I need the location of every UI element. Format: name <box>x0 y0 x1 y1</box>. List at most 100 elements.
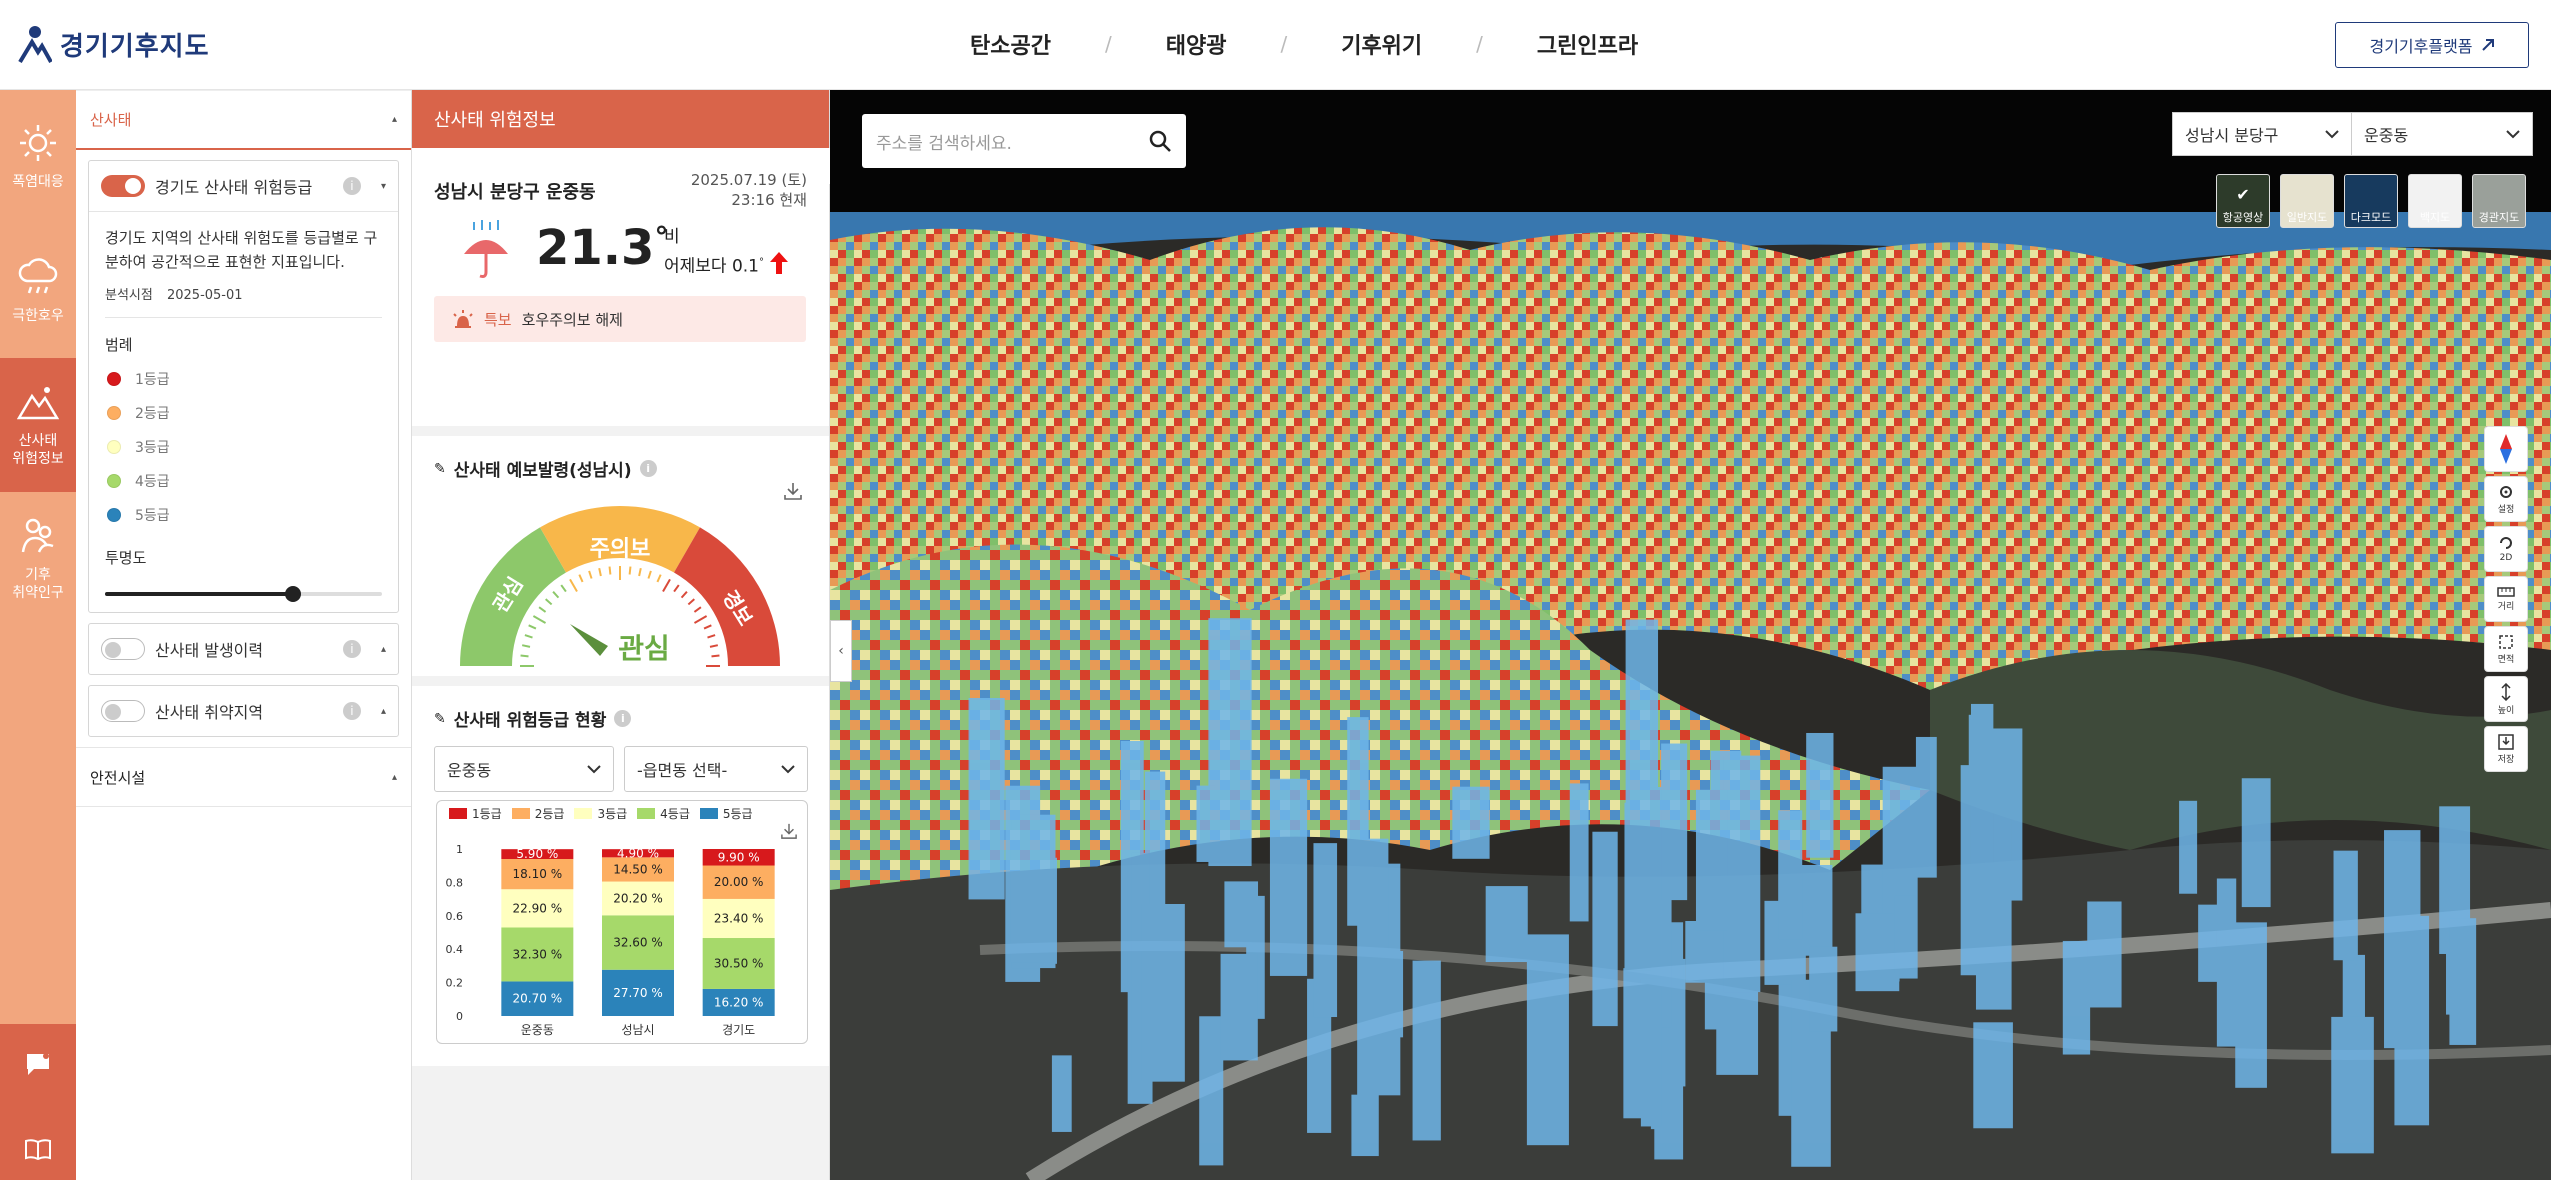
info-icon[interactable]: i <box>342 702 361 720</box>
forecast-block: ✎ 산사태 예보발령(성남시) i 관심 주의보 경보 관심 <box>412 436 829 676</box>
mountain-icon <box>17 387 59 420</box>
legend-swatch <box>107 474 121 488</box>
feedback-icon[interactable] <box>24 1050 52 1078</box>
gauge-tick <box>656 574 662 583</box>
landslide-risk-layer-card: 경기도 산사태 위험등급 i ▾ 경기도 지역의 산사태 위험도를 등급별로 구… <box>88 160 399 613</box>
landslide-history-layer-card: 산사태 발생이력 i ▴ <box>88 623 399 675</box>
location-label: 성남시 분당구 운중동 <box>434 182 596 203</box>
nav-item-carbon[interactable]: 탄소공간 <box>940 28 1081 60</box>
save-icon <box>2498 733 2514 750</box>
main-nav: 탄소공간 / 태양광 / 기후위기 / 그린인프라 <box>940 28 1668 60</box>
rail-label: 기후 취약인구 <box>12 567 64 601</box>
alert-text: 호우주의보 해제 <box>521 310 623 329</box>
layer-toggle[interactable] <box>101 700 145 722</box>
bar-data-label: 9.90 % <box>718 850 760 864</box>
dong-select[interactable]: 운중동 <box>434 746 614 792</box>
bar-data-label: 20.00 % <box>714 875 764 889</box>
building-shape <box>1855 913 1900 992</box>
opacity-slider[interactable] <box>105 586 382 602</box>
basemap-general[interactable]: 일반지도 <box>2280 174 2334 228</box>
bar-data-label: 20.20 % <box>613 891 663 905</box>
compass-button[interactable] <box>2484 426 2528 472</box>
area-button[interactable]: 면적 <box>2484 626 2528 672</box>
rail-item-heavy-rain[interactable]: 극한호우 <box>0 224 76 358</box>
gauge-tick <box>545 598 553 606</box>
gauge-current-label: 관심 <box>618 632 670 665</box>
platform-link-button[interactable]: 경기기후플랫폼 <box>2335 22 2529 68</box>
view-2d-button[interactable]: 2D <box>2484 526 2528 572</box>
logo-text: 경기기후지도 <box>60 31 210 62</box>
forecast-title: 산사태 예보발령(성남시) <box>453 461 632 481</box>
y-tick-label: 0.2 <box>446 977 464 990</box>
gauge-tick <box>520 654 529 658</box>
building-shape <box>1485 886 1528 963</box>
layer-card-header[interactable]: 경기도 산사태 위험등급 i ▾ <box>89 161 398 211</box>
gauge-tick <box>608 566 612 575</box>
address-search[interactable]: 주소를 검색하세요. <box>862 114 1186 168</box>
rail-label: 산사태 위험정보 <box>12 433 64 467</box>
platform-button-label: 경기기후플랫폼 <box>2369 37 2473 56</box>
save-button[interactable]: 저장 <box>2484 726 2528 772</box>
download-icon[interactable] <box>784 482 802 500</box>
info-icon[interactable]: i <box>639 460 657 477</box>
gauge-tick <box>709 644 719 648</box>
chevron-down-icon[interactable]: ▾ <box>381 181 386 192</box>
settings-button[interactable]: 설정 <box>2484 476 2528 522</box>
safety-section-header[interactable]: 안전시설 ▴ <box>76 747 411 807</box>
bar-data-label: 4.90 % <box>617 846 659 860</box>
weather-type: 비 <box>664 227 680 247</box>
manual-book-icon[interactable] <box>24 1138 52 1160</box>
basemap-landscape[interactable]: 경관지도 <box>2472 174 2526 228</box>
emd-select[interactable]: -읍면동 선택- <box>624 746 808 792</box>
time-text: 23:16 현재 <box>731 191 807 209</box>
layer-panel: 산사태 ▴ 경기도 산사태 위험등급 i ▾ 경기도 지역의 산사태 위험도를 … <box>76 90 412 1180</box>
basemap-aerial[interactable]: ✔ 항공영상 <box>2216 174 2270 228</box>
x-tick-label: 성남시 <box>621 1023 654 1037</box>
building-shape <box>1220 953 1258 1061</box>
layer-toggle[interactable] <box>101 638 145 660</box>
chevron-up-icon[interactable]: ▴ <box>381 644 386 655</box>
rail-item-vulnerable-population[interactable]: 기후 취약인구 <box>0 492 76 626</box>
sigungu-select[interactable]: 성남시 분당구 <box>2172 112 2352 156</box>
gauge-needle <box>570 624 608 656</box>
analysis-label: 분석시점 <box>105 288 153 303</box>
info-icon[interactable]: i <box>342 640 361 658</box>
distance-button[interactable]: 거리 <box>2484 576 2528 622</box>
opacity-slider-fill <box>105 592 293 596</box>
rail-item-landslide[interactable]: 산사태 위험정보 <box>0 358 76 492</box>
landslide-section-header[interactable]: 산사태 ▴ <box>76 90 411 150</box>
building-shape <box>968 698 1005 900</box>
opacity-slider-handle[interactable] <box>284 586 301 602</box>
height-button[interactable]: 높이 <box>2484 676 2528 722</box>
basemap-blank[interactable]: 백지도 <box>2408 174 2462 228</box>
rail-bottom <box>0 1024 76 1180</box>
building-shape <box>1412 960 1441 1141</box>
layer-card-header[interactable]: 산사태 취약지역 i ▴ <box>89 686 398 736</box>
chevron-down-icon <box>781 764 795 773</box>
compare-value: 어제보다 0.1 <box>664 256 759 277</box>
rail-item-heatwave[interactable]: 폭염대응 <box>0 90 76 224</box>
nav-item-green-infra[interactable]: 그린인프라 <box>1507 28 1668 60</box>
building-shape <box>1366 838 1389 963</box>
layer-toggle[interactable] <box>101 175 145 197</box>
site-logo[interactable]: 경기기후지도 <box>18 24 210 64</box>
building-shape <box>2241 778 2271 908</box>
chevron-up-icon[interactable]: ▴ <box>381 706 386 717</box>
gauge-tick <box>578 574 584 583</box>
basemap-dark[interactable]: 다크모드 <box>2344 174 2398 228</box>
date-text: 2025.07.19 (토) <box>690 171 807 189</box>
bar-data-label: 30.50 % <box>714 956 764 970</box>
nav-item-solar[interactable]: 태양광 <box>1136 28 1257 60</box>
grade-title: 산사태 위험등급 현황 <box>453 711 607 731</box>
building-shape <box>1592 831 1618 1027</box>
dong-map-select[interactable]: 운중동 <box>2351 112 2533 156</box>
panel-collapse-button[interactable]: ‹ <box>830 620 852 682</box>
info-icon[interactable]: i <box>342 177 361 195</box>
search-input[interactable]: 주소를 검색하세요. <box>876 129 1012 154</box>
search-icon[interactable] <box>1148 129 1172 153</box>
nav-item-climate-crisis[interactable]: 기후위기 <box>1311 28 1452 60</box>
building-shape <box>1809 946 1838 1032</box>
layer-card-header[interactable]: 산사태 발생이력 i ▴ <box>89 624 398 674</box>
info-icon[interactable]: i <box>614 710 632 727</box>
map-view[interactable]: ‹ 주소를 검색하세요. 성남시 분당구 운중동 ✔ 항공영상 일반지도 다크모… <box>830 90 2551 1180</box>
